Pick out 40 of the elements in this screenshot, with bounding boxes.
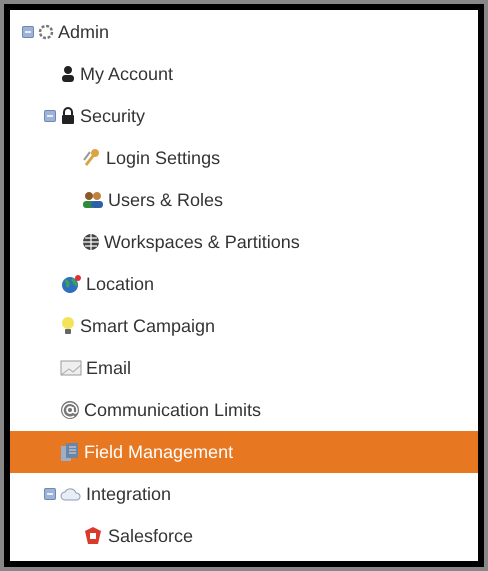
item-label: Users & Roles: [108, 188, 224, 212]
item-label: Login Settings: [106, 146, 220, 170]
lightbulb-icon: [60, 316, 76, 336]
globe-icon: [82, 233, 100, 251]
key-icon: [82, 148, 102, 168]
collapse-toggle[interactable]: [44, 110, 56, 122]
users-icon: [82, 191, 104, 209]
item-label: Salesforce: [108, 524, 194, 548]
item-label: Admin: [58, 20, 110, 44]
tree-item[interactable]: Admin: [10, 11, 478, 53]
tree-item[interactable]: Communication Limits: [10, 389, 478, 431]
collapse-toggle[interactable]: [22, 26, 34, 38]
item-label: Email: [86, 356, 132, 380]
tree-item[interactable]: Email: [10, 347, 478, 389]
tree-item[interactable]: Integration: [10, 473, 478, 515]
gear-icon: [38, 24, 54, 40]
person-icon: [60, 65, 76, 83]
tree-item[interactable]: Smart Campaign: [10, 305, 478, 347]
item-label: Location: [86, 272, 154, 296]
item-label: Communication Limits: [84, 398, 262, 422]
at-sign-icon: [60, 400, 80, 420]
item-label: Field Management: [84, 440, 234, 464]
lock-icon: [60, 107, 76, 125]
item-label: Security: [80, 104, 146, 128]
item-label: My Account: [80, 62, 174, 86]
item-label: Integration: [86, 482, 172, 506]
item-label: Smart Campaign: [80, 314, 216, 338]
tree-item[interactable]: Security: [10, 95, 478, 137]
tree-item[interactable]: Location: [10, 263, 478, 305]
item-label: Workspaces & Partitions: [104, 230, 300, 254]
tree-item[interactable]: Workspaces & Partitions: [10, 221, 478, 263]
tree-item[interactable]: Login Settings: [10, 137, 478, 179]
tree-item[interactable]: Salesforce: [10, 515, 478, 557]
globe-icon: [60, 274, 82, 294]
document-stack-icon: [60, 442, 80, 462]
envelope-icon: [60, 360, 82, 376]
collapse-toggle[interactable]: [44, 488, 56, 500]
cloud-icon: [60, 486, 82, 502]
tree-item[interactable]: My Account: [10, 53, 478, 95]
tree-item[interactable]: Users & Roles: [10, 179, 478, 221]
